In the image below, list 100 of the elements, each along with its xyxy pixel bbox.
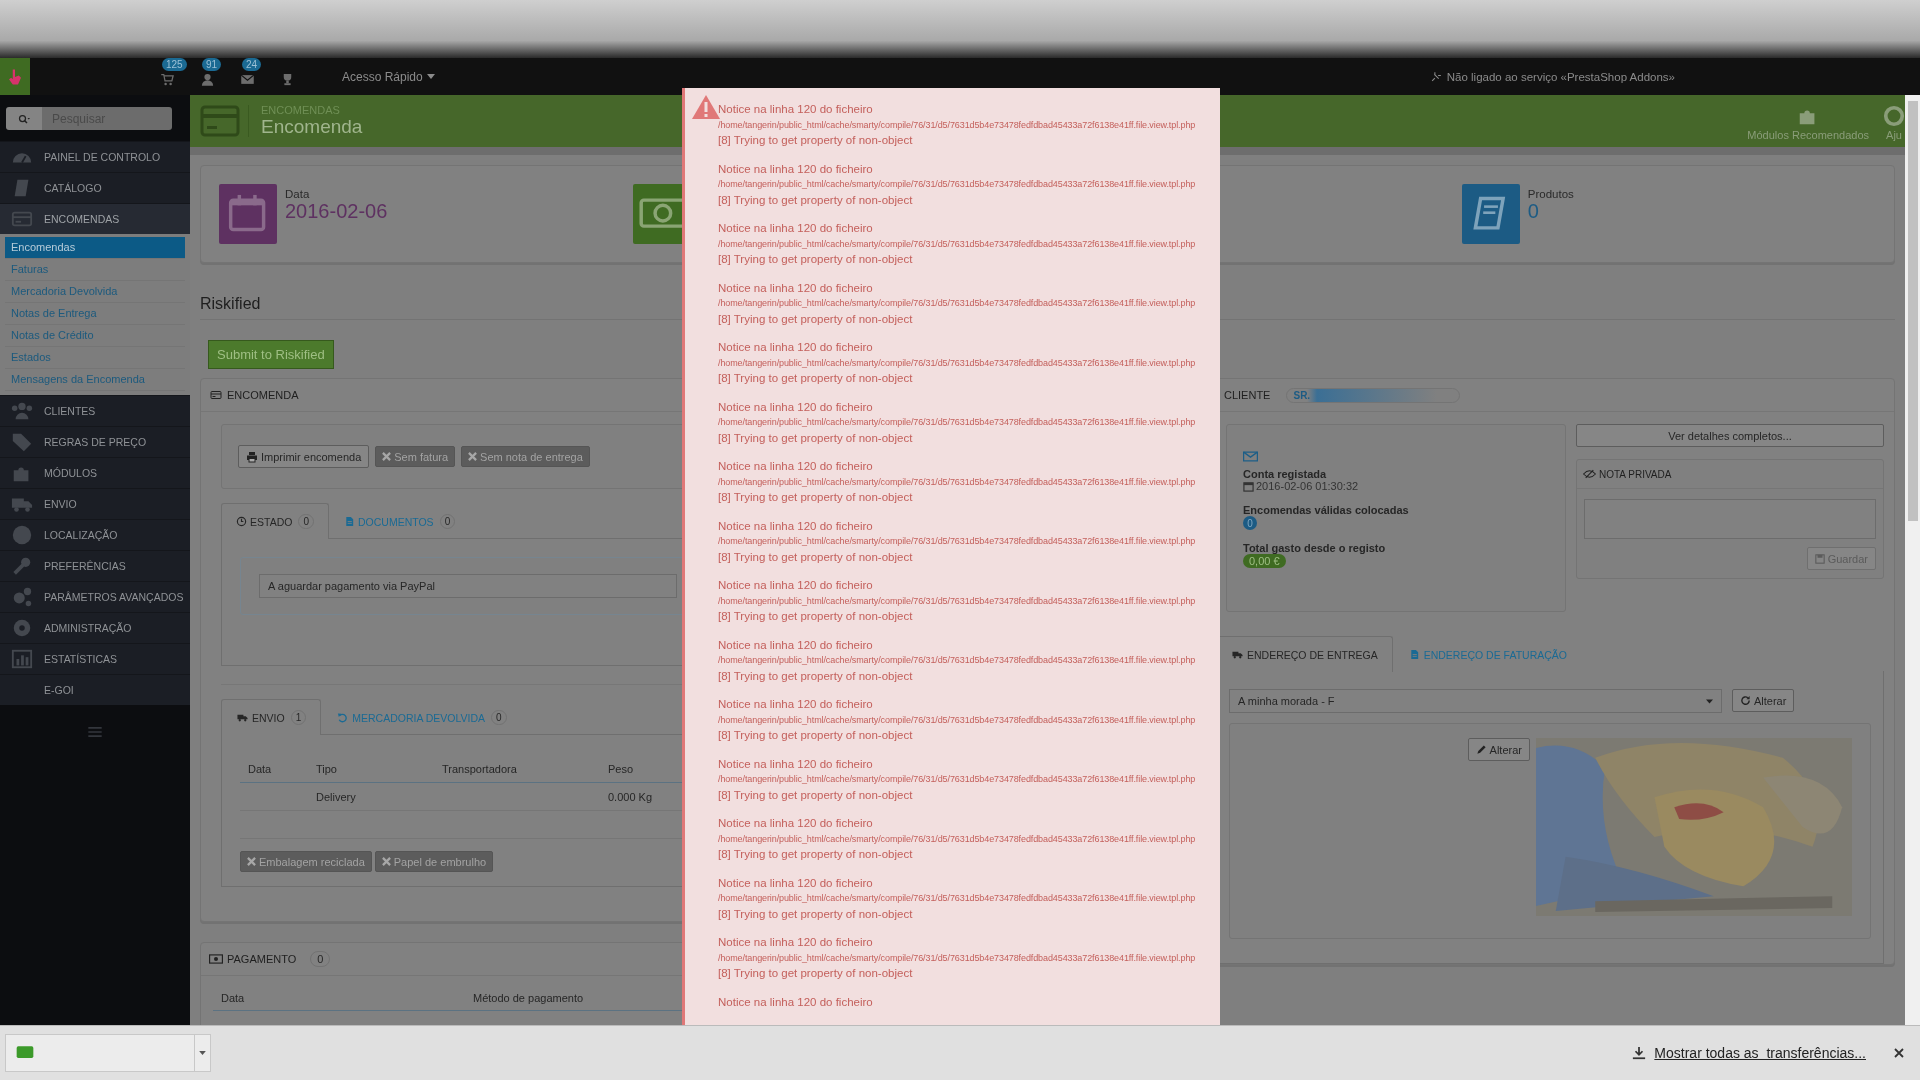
- nav-item[interactable]: ESTATÍSTICAS: [0, 643, 190, 674]
- notice-message: [8] Trying to get property of non-object: [718, 311, 913, 327]
- change-button[interactable]: Alterar: [1732, 689, 1795, 712]
- file-path: /home/tangerin/public_html/cache/smarty/compile/76/31/d5/7631d5b4e73478fedfdbad45433a72f6138e41ff.file.view.tpl.php: [718, 713, 1196, 727]
- scrollbar-thumb[interactable]: [1907, 101, 1918, 521]
- download-menu-button[interactable]: [195, 1034, 211, 1072]
- warning-icon: [691, 94, 721, 120]
- details-button[interactable]: Ver detalhes completos...: [1576, 424, 1884, 447]
- table-cell: 0.000 Kg: [608, 790, 653, 803]
- cart-icon[interactable]: [160, 71, 175, 87]
- nav-item[interactable]: ENCOMENDAS: [0, 203, 190, 234]
- banknote-icon: [209, 954, 223, 964]
- notice-message: [8] Trying to get property of non-object: [718, 966, 913, 981]
- notice-heading: Notice na linha 120 do ficheiro: [718, 637, 873, 653]
- document-icon: [343, 516, 355, 527]
- nav-item[interactable]: E-GOI: [0, 674, 190, 705]
- floppy-icon: [1814, 553, 1825, 564]
- show-all-downloads-link[interactable]: Mostrar todas as transferências...: [1654, 1045, 1866, 1061]
- download-item[interactable]: [5, 1034, 195, 1072]
- file-path: /home/tangerin/public_html/cache/smarty/compile/76/31/d5/7631d5b4e73478fedfdbad45433a72f6138e41ff.file.view.tpl.php: [718, 594, 1196, 608]
- nav-item[interactable]: CLIENTES: [0, 395, 190, 426]
- toolbar-button[interactable]: Aju: [1883, 105, 1905, 141]
- quick-access-menu[interactable]: Acesso Rápido: [342, 67, 435, 86]
- print-button[interactable]: Imprimir encomenda: [238, 445, 370, 468]
- clock-icon: [236, 516, 247, 527]
- notice-heading: Notice na linha 120 do ficheiro: [718, 875, 873, 891]
- edit-button[interactable]: Alterar: [1467, 738, 1530, 761]
- close-icon: [381, 857, 391, 866]
- status-button[interactable]: Sem fatura: [375, 446, 456, 467]
- file-path: /home/tangerin/public_html/cache/smarty/compile/76/31/d5/7631d5b4e73478fedfdbad45433a72f6138e41ff.file.view.tpl.php: [718, 118, 1196, 132]
- notice-heading: Notice na linha 120 do ficheiro: [718, 518, 873, 534]
- calendar-icon: [1243, 480, 1254, 492]
- status-button[interactable]: Sem nota de entrega: [461, 446, 590, 467]
- nav-item[interactable]: PREFERÊNCIAS: [0, 550, 190, 581]
- printer-icon: [246, 450, 258, 463]
- kpi-value: 0: [1527, 200, 1540, 223]
- tab[interactable]: ENVIO 1: [221, 699, 322, 735]
- registration-date: 2016-02-06 01:30:32: [1256, 480, 1359, 492]
- notice-message: [8] Trying to get property of non-object: [718, 549, 913, 565]
- file-path: /home/tangerin/public_html/cache/smarty/compile/76/31/d5/7631d5b4e73478fedfdbad45433a72f6138e41ff.file.view.tpl.php: [718, 654, 1196, 667]
- refresh-icon: [1740, 695, 1751, 706]
- file-path: /home/tangerin/public_html/cache/smarty/compile/76/31/d5/7631d5b4e73478fedfdbad45433a72f6138e41ff.file.view.tpl.php: [718, 892, 1196, 905]
- nav-item[interactable]: MÓDULOS: [0, 457, 190, 488]
- nav-item[interactable]: ENVIO: [0, 488, 190, 519]
- file-path: /home/tangerin/public_html/cache/smarty/compile/76/31/d5/7631d5b4e73478fedfdbad45433a72f6138e41ff.file.view.tpl.php: [718, 356, 1196, 370]
- column-header: Método de pagamento: [473, 992, 584, 1004]
- close-icon: [468, 452, 478, 461]
- notice-heading: Notice na linha 120 do ficheiro: [718, 280, 873, 296]
- gear-icon: [11, 617, 33, 639]
- notice-heading: Notice na linha 120 do ficheiro: [718, 459, 873, 474]
- notice-message: [8] Trying to get property of non-object: [718, 609, 913, 624]
- toolbar-button[interactable]: Módulos Recomendados: [1747, 105, 1869, 141]
- nav-item[interactable]: PAINEL DE CONTROLO: [0, 141, 190, 172]
- nav-item[interactable]: CATÁLOGO: [0, 172, 190, 203]
- close-icon: [247, 857, 256, 866]
- option-button[interactable]: Embalagem reciclada: [240, 851, 372, 872]
- nav-item[interactable]: REGRAS DE PREÇO: [0, 426, 190, 457]
- file-path: /home/tangerin/public_html/cache/smarty/compile/76/31/d5/7631d5b4e73478fedfdbad45433a72f6138e41ff.file.view.tpl.php: [718, 416, 1196, 429]
- addons-status[interactable]: Não ligado ao serviço «PrestaShop Addons»: [1446, 70, 1675, 83]
- tag-icon: [11, 431, 33, 453]
- submit-button[interactable]: Submit to Riskified: [208, 340, 334, 369]
- address-select[interactable]: A minha morada - F: [1229, 689, 1722, 713]
- file-path: /home/tangerin/public_html/cache/smarty/compile/76/31/d5/7631d5b4e73478fedfdbad45433a72f6138e41ff.file.view.tpl.php: [718, 237, 1196, 251]
- search-button[interactable]: [6, 107, 42, 130]
- kpi-value: 2016-02-06: [285, 200, 388, 223]
- kpi-label: Data: [285, 188, 311, 200]
- nav-item[interactable]: ADMINISTRAÇÃO: [0, 612, 190, 643]
- notice-heading: Notice na linha 120 do ficheiro: [718, 816, 873, 831]
- caret-icon: [1706, 698, 1713, 704]
- notice-message: [8] Trying to get property of non-object: [718, 787, 913, 803]
- caret-icon: [426, 74, 435, 79]
- column-header: Transportadora: [442, 763, 517, 775]
- tab[interactable]: DOCUMENTOS 0: [328, 503, 471, 539]
- submenu-item[interactable]: Encomendas: [5, 237, 185, 259]
- notice-heading: Notice na linha 120 do ficheiro: [718, 399, 873, 415]
- file-path: /home/tangerin/public_html/cache/smarty/compile/76/31/d5/7631d5b4e73478fedfdbad45433a72f6138e41ff.file.view.tpl.php: [718, 773, 1196, 786]
- option-button[interactable]: Papel de embrulho: [374, 851, 494, 872]
- file-path: /home/tangerin/public_html/cache/smarty/compile/76/31/d5/7631d5b4e73478fedfdbad45433a72f6138e41ff.file.view.tpl.php: [718, 178, 1196, 191]
- panel-title: ENCOMENDA: [227, 389, 299, 401]
- tab[interactable]: ESTADO 0: [221, 503, 329, 539]
- person-icon[interactable]: [200, 71, 215, 87]
- count-badge: 0: [1243, 516, 1257, 530]
- notice-heading: Notice na linha 120 do ficheiro: [718, 994, 873, 1010]
- nav-item[interactable]: PARÂMETROS AVANÇADOS: [0, 581, 190, 612]
- scrollbar[interactable]: [1905, 95, 1920, 1025]
- file-path: /home/tangerin/public_html/cache/smarty/compile/76/31/d5/7631d5b4e73478fedfdbad45433a72f6138e41ff.file.view.tpl.php: [718, 475, 1196, 489]
- status-select[interactable]: A aguardar pagamento via PayPal: [259, 574, 677, 598]
- column-header: Tipo: [316, 763, 337, 775]
- notice-message: [8] Trying to get property of non-object: [718, 847, 913, 862]
- wrench-icon: [11, 555, 33, 577]
- nav-item[interactable]: LOCALIZAÇÃO: [0, 519, 190, 550]
- file-path: /home/tangerin/public_html/cache/smarty/compile/76/31/d5/7631d5b4e73478fedfdbad45433a72f6138e41ff.file.view.tpl.php: [718, 832, 1196, 846]
- notice-message: [8] Trying to get property of non-object: [718, 668, 913, 684]
- notice-heading: Notice na linha 120 do ficheiro: [718, 697, 873, 712]
- tab[interactable]: MERCADORIA DEVOLVIDA 0: [321, 699, 522, 735]
- close-icon: [382, 452, 392, 461]
- close-icon[interactable]: [1894, 1048, 1904, 1058]
- search-icon: [16, 112, 32, 125]
- menu-icon[interactable]: [88, 727, 102, 737]
- notice-message: [8] Trying to get property of non-object: [718, 430, 913, 446]
